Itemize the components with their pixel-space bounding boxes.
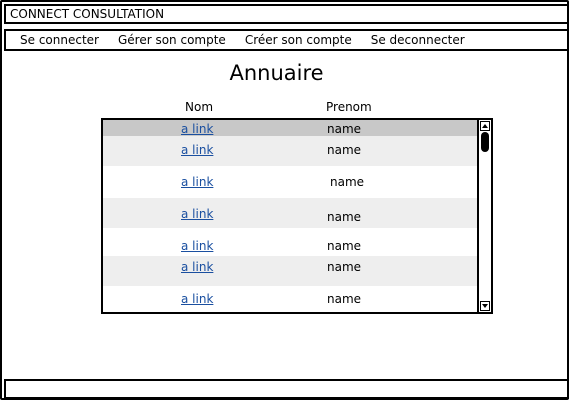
top-menu-bar: Se connecter Gérer son compte Créer son … — [4, 29, 569, 51]
row-link[interactable]: a link — [181, 143, 213, 157]
row-link[interactable]: a link — [181, 292, 213, 306]
row-name: name — [327, 210, 362, 224]
column-header-nom: Nom — [185, 100, 214, 114]
footer-bar — [4, 379, 569, 399]
menu-item-gerer-compte[interactable]: Gérer son compte — [118, 33, 226, 47]
row-band — [103, 198, 478, 228]
window-frame: CONNECT CONSULTATION Se connecter Gérer … — [0, 0, 569, 400]
row-name: name — [327, 239, 362, 253]
row-name: name — [327, 143, 362, 157]
scroll-thumb[interactable] — [481, 132, 489, 152]
directory-rows: a link name a link name a link name a li… — [103, 120, 478, 312]
app-title-bar: CONNECT CONSULTATION — [4, 4, 569, 24]
row-link[interactable]: a link — [181, 207, 213, 221]
row-link[interactable]: a link — [181, 239, 213, 253]
row-name: name — [327, 260, 362, 274]
scroll-down-arrow-icon[interactable] — [480, 301, 490, 311]
app-title: CONNECT CONSULTATION — [10, 7, 165, 21]
row-link[interactable]: a link — [181, 260, 213, 274]
selected-row-background — [103, 120, 478, 136]
menu-item-se-connecter[interactable]: Se connecter — [20, 33, 99, 47]
menu-item-creer-compte[interactable]: Créer son compte — [245, 33, 352, 47]
row-band — [103, 136, 478, 166]
row-name: name — [327, 122, 362, 136]
row-band — [103, 256, 478, 286]
row-link[interactable]: a link — [181, 122, 213, 136]
vertical-scrollbar[interactable] — [477, 120, 491, 312]
column-header-prenom: Prenom — [326, 100, 372, 114]
page-title: Annuaire — [229, 61, 324, 85]
row-name: name — [327, 292, 362, 306]
directory-list: a link name a link name a link name a li… — [101, 118, 493, 314]
scroll-up-arrow-icon[interactable] — [480, 121, 490, 131]
row-name: name — [330, 175, 365, 189]
menu-item-se-deconnecter[interactable]: Se deconnecter — [371, 33, 465, 47]
row-link[interactable]: a link — [181, 175, 213, 189]
